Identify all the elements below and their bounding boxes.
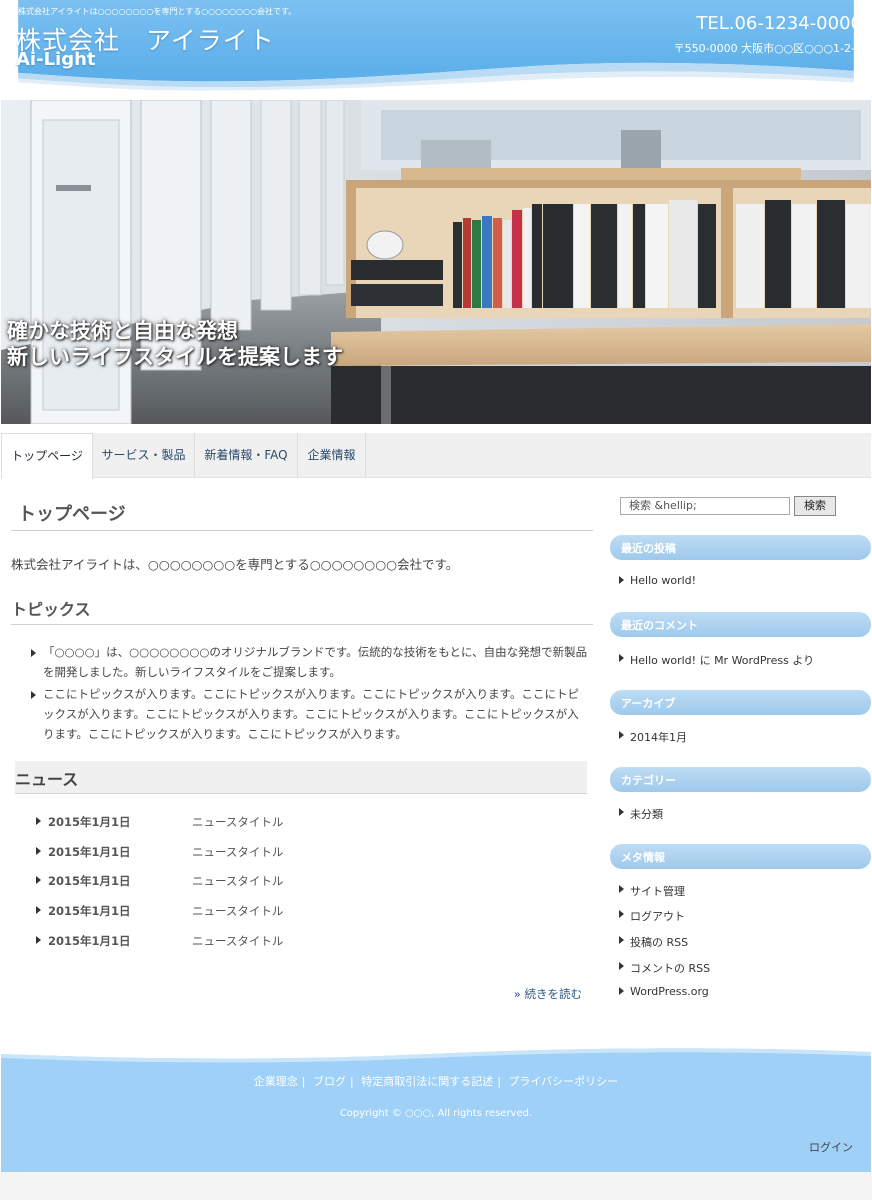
- main-content: トップページ 株式会社アイライトは、○○○○○○○○を専門とする○○○○○○○○…: [0, 478, 600, 1038]
- news-date: 2015年1月1日: [48, 815, 131, 829]
- footer-links: 企業理念 | ブログ | 特定商取引法に関する記述 | プライバシーポリシー: [253, 1075, 619, 1088]
- meta-link-comments-rss[interactable]: コメントの RSS: [630, 960, 710, 976]
- recent-post-link[interactable]: Hello world!: [630, 574, 696, 587]
- widget-title: 最近の投稿: [621, 542, 676, 555]
- news-date: 2015年1月1日: [48, 904, 131, 918]
- bullet-icon: [619, 885, 624, 893]
- meta-link-site-admin[interactable]: サイト管理: [630, 883, 685, 899]
- meta-link-posts-rss[interactable]: 投稿の RSS: [630, 934, 688, 950]
- login-link[interactable]: ログイン: [809, 1139, 853, 1155]
- search-button[interactable]: 検索: [794, 496, 836, 516]
- topics-heading: トピックス: [11, 600, 91, 619]
- news-title-link[interactable]: ニュースタイトル: [192, 873, 283, 889]
- intro-text: 株式会社アイライトは、○○○○○○○○を専門とする○○○○○○○○会社です。: [11, 557, 459, 572]
- bullet-icon: [31, 649, 36, 657]
- bullet-icon: [619, 576, 624, 584]
- bullet-icon: [619, 808, 624, 816]
- widget-title: 最近のコメント: [621, 619, 698, 632]
- topics-divider: [11, 624, 593, 625]
- tab-news-faq[interactable]: 新着情報・FAQ: [195, 433, 298, 478]
- page-title: トップページ: [18, 504, 126, 525]
- archive-link[interactable]: 2014年1月: [630, 729, 687, 745]
- news-title-link[interactable]: ニュースタイトル: [192, 903, 283, 919]
- widget-heading-recent-posts: 最近の投稿: [610, 535, 871, 560]
- bullet-icon: [619, 987, 624, 995]
- news-title-link[interactable]: ニュースタイトル: [192, 844, 283, 860]
- widget-title: アーカイブ: [621, 697, 676, 710]
- recent-comment-link[interactable]: Hello world! に Mr WordPress より: [630, 652, 814, 668]
- footer-link-blog[interactable]: ブログ: [313, 1075, 346, 1088]
- search-input[interactable]: 検索 &hellip;: [620, 497, 790, 515]
- office-photo-illustration: [1, 100, 871, 424]
- bullet-icon: [36, 817, 41, 825]
- tab-top-page[interactable]: トップページ: [1, 433, 93, 479]
- widget-heading-archives: アーカイブ: [610, 690, 871, 715]
- site-subtitle[interactable]: Ai-Light: [16, 49, 96, 70]
- topic-item: 「○○○○」は、○○○○○○○○のオリジナルブランドです。伝統的な技術をもとに、…: [43, 645, 588, 679]
- footer-link-philosophy[interactable]: 企業理念: [254, 1075, 298, 1088]
- page-bottom-strip: [0, 1172, 872, 1200]
- sidebar: 検索 &hellip; 検索 最近の投稿 Hello world! 最近のコメン…: [604, 478, 872, 1038]
- widget-title: メタ情報: [621, 851, 665, 864]
- news-date: 2015年1月1日: [48, 934, 131, 948]
- bullet-icon: [36, 906, 41, 914]
- main-navigation: トップページ サービス・製品 新着情報・FAQ 企業情報: [1, 433, 871, 479]
- footer-link-privacy[interactable]: プライバシーポリシー: [508, 1075, 618, 1088]
- footer-wave: [1, 1044, 871, 1063]
- category-link[interactable]: 未分類: [630, 806, 663, 822]
- copyright: Copyright © ○○○, All rights reserved.: [339, 1108, 533, 1119]
- bullet-icon: [619, 731, 624, 739]
- bullet-icon: [619, 962, 624, 970]
- hero-caption-line2: 新しいライフスタイルを提案します: [7, 345, 343, 369]
- news-heading-bar: ニュース: [15, 761, 587, 794]
- news-title-link[interactable]: ニュースタイトル: [192, 814, 283, 830]
- address: 〒550-0000 大阪市○○区○○○1-2-3: [673, 42, 862, 55]
- widget-heading-meta: メタ情報: [610, 844, 871, 869]
- news-title-link[interactable]: ニュースタイトル: [192, 933, 283, 949]
- bullet-icon: [31, 691, 36, 699]
- read-more-link[interactable]: » 続きを読む: [514, 986, 582, 1002]
- bullet-icon: [619, 654, 624, 662]
- footer-link-commerce-law[interactable]: 特定商取引法に関する記述: [361, 1075, 493, 1088]
- tab-company-info[interactable]: 企業情報: [298, 433, 366, 478]
- title-divider: [11, 530, 593, 531]
- news-heading: ニュース: [15, 770, 79, 789]
- site-footer: 企業理念 | ブログ | 特定商取引法に関する記述 | プライバシーポリシー Copy…: [1, 1044, 871, 1172]
- hero-caption-line1: 確かな技術と自由な発想: [7, 319, 238, 343]
- widget-heading-recent-comments: 最近のコメント: [610, 612, 871, 637]
- widget-title: カテゴリー: [621, 774, 676, 787]
- bullet-icon: [619, 910, 624, 918]
- hero-banner: 確かな技術と自由な発想 新しいライフスタイルを提案します: [1, 100, 871, 424]
- widget-heading-categories: カテゴリー: [610, 767, 871, 792]
- site-header: 株式会社アイライトは○○○○○○○○を専門とする○○○○○○○○会社です。 株式…: [0, 0, 872, 96]
- meta-link-wordpress-org[interactable]: WordPress.org: [630, 985, 709, 998]
- bullet-icon: [36, 936, 41, 944]
- site-description: 株式会社アイライトは○○○○○○○○を専門とする○○○○○○○○会社です。: [18, 7, 297, 16]
- news-date: 2015年1月1日: [48, 874, 131, 888]
- news-date: 2015年1月1日: [48, 845, 131, 859]
- meta-link-logout[interactable]: ログアウト: [630, 908, 685, 924]
- topic-item: ここにトピックスが入ります。ここにトピックスが入ります。ここにトピックスが入りま…: [43, 687, 580, 741]
- bullet-icon: [36, 876, 41, 884]
- bullet-icon: [619, 936, 624, 944]
- tab-services[interactable]: サービス・製品: [93, 433, 195, 478]
- bullet-icon: [36, 847, 41, 855]
- phone-number: TEL.06-1234-0000: [696, 13, 862, 34]
